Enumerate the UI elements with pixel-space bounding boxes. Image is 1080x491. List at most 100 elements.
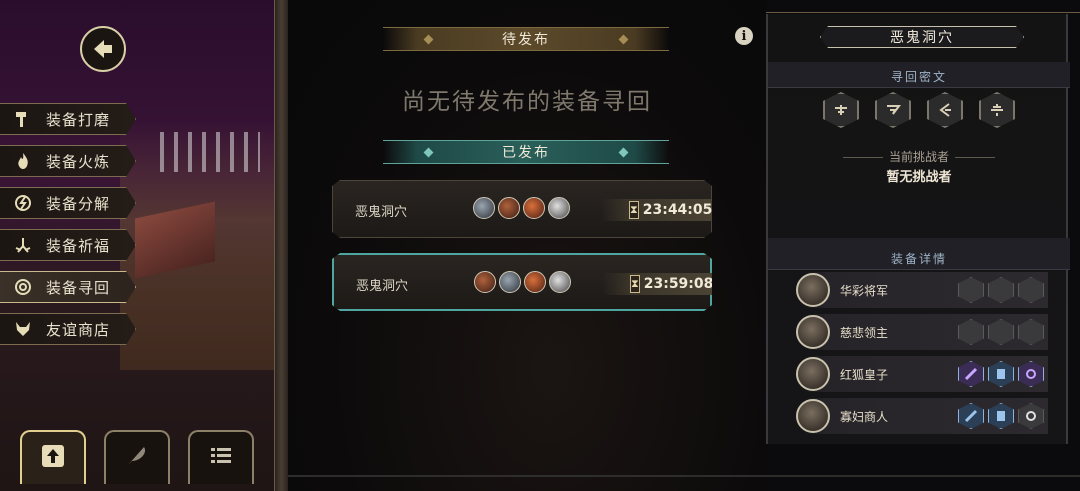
list-icon [208,443,234,473]
diamond-ornament-icon [423,34,434,45]
rune-icon[interactable] [823,92,859,128]
empty-pending-message: 尚无待发布的装备寻回 [402,89,652,115]
quest-card[interactable]: 恶鬼洞穴 ⧗ 23:44:05 [332,180,712,238]
gear-section-title: 装备详情 [768,238,1070,270]
info-icon[interactable]: i [735,27,753,45]
armor-slot-icon[interactable] [988,319,1014,345]
gear-row[interactable]: 红狐皇子 [796,356,1048,392]
quest-detail-panel: 恶鬼洞穴 寻回密文 当前挑战者 暂无挑战者 装备详情 华彩将军 慈悲领主 红狐皇… [766,14,1070,444]
menu-item-label: 装备打磨 [46,110,111,129]
publish-button[interactable] [20,430,86,484]
game-screen: 装备打磨 装备火炼 装备分解 装备祈福 装备寻回 友谊商店 待发布 i 尚无待发… [0,0,1080,491]
hero-portrait [796,399,830,433]
hero-avatar [549,271,571,293]
ring-slot-icon[interactable] [1018,403,1044,429]
panel-divider [274,0,288,491]
ring-slot-icon[interactable] [1018,361,1044,387]
rune-icon[interactable] [979,92,1015,128]
dungeon-title: 恶鬼洞穴 [820,26,1024,48]
hero-avatar [524,271,546,293]
hero-name: 华彩将军 [840,283,889,298]
riddle-runes [823,92,1015,128]
hero-portrait [796,273,830,307]
back-button[interactable] [80,26,126,72]
challenger-label: 当前挑战者 [768,148,1070,165]
quest-name: 恶鬼洞穴 [356,279,409,294]
menu-item-bless[interactable]: 装备祈福 [0,229,136,261]
hero-avatar [499,271,521,293]
hero-portrait [796,315,830,349]
menu-item-retrieve[interactable]: 装备寻回 [0,271,136,303]
pending-title: 待发布 [502,32,550,48]
bottom-border [288,475,1080,477]
gear-list: 华彩将军 慈悲领主 红狐皇子 寡妇商人 [796,272,1048,440]
forge-menu: 装备打磨 装备火炼 装备分解 装备祈福 装备寻回 友谊商店 [0,103,140,355]
hero-avatar [473,197,495,219]
armor-slot-icon[interactable] [988,361,1014,387]
armor-slot-icon[interactable] [988,277,1014,303]
gear-slots [958,361,1044,387]
published-banner: 已发布 [383,140,669,164]
gear-slots [958,319,1044,345]
hero-avatar [548,197,570,219]
gear-row[interactable]: 寡妇商人 [796,398,1048,434]
challenger-label-text: 当前挑战者 [888,150,949,164]
gear-slots [958,277,1044,303]
hero-avatar [523,197,545,219]
gear-row[interactable]: 华彩将军 [796,272,1048,308]
weapon-rack-art [160,132,260,172]
left-panel: 装备打磨 装备火炼 装备分解 装备祈福 装备寻回 友谊商店 [0,0,288,491]
quest-time: 23:59:08 [643,276,714,292]
ring-slot-icon[interactable] [1018,319,1044,345]
menu-item-fire[interactable]: 装备火炼 [0,145,136,177]
menu-item-label: 友谊商店 [46,320,111,339]
menu-item-dismantle[interactable]: 装备分解 [0,187,136,219]
list-button[interactable] [188,430,254,484]
weapon-slot-icon[interactable] [958,277,984,303]
hourglass-icon: ⧗ [630,275,640,293]
quest-card-selected[interactable]: 恶鬼洞穴 ⧗ 23:59:08 [332,253,712,311]
fox-icon [12,318,34,340]
hero-name: 红狐皇子 [840,367,889,382]
menu-item-label: 装备分解 [46,194,111,213]
feather-icon [124,443,150,473]
menu-item-shop[interactable]: 友谊商店 [0,313,136,345]
weapon-slot-icon[interactable] [958,403,984,429]
hammer-icon [12,108,34,130]
quest-name: 恶鬼洞穴 [355,205,408,220]
hero-avatar [498,197,520,219]
hero-avatars [473,197,570,219]
menu-item-polish[interactable]: 装备打磨 [0,103,136,135]
blessing-icon [12,234,34,256]
rune-icon[interactable] [927,92,963,128]
challenger-value: 暂无挑战者 [886,170,952,185]
publish-icon [40,443,66,473]
weapon-slot-icon[interactable] [958,319,984,345]
riddle-section-title: 寻回密文 [768,62,1070,88]
feather-button[interactable] [104,430,170,484]
weapon-slot-icon[interactable] [958,361,984,387]
rune-icon[interactable] [875,92,911,128]
back-arrow-icon [94,40,112,58]
armor-slot-icon[interactable] [988,403,1014,429]
published-title: 已发布 [502,145,550,161]
quest-timer: ⧗ 23:44:05 [601,199,713,221]
gear-row[interactable]: 慈悲领主 [796,314,1048,350]
ring-slot-icon[interactable] [1018,277,1044,303]
bottom-toolbar [20,430,254,484]
hero-portrait [796,357,830,391]
hero-name: 慈悲领主 [840,325,889,340]
menu-item-label: 装备寻回 [46,278,111,297]
hero-avatar [474,271,496,293]
diamond-ornament-icon [618,34,629,45]
menu-item-label: 装备火炼 [46,152,111,171]
pending-banner: 待发布 [383,27,669,51]
gear-slots [958,403,1044,429]
target-icon [12,276,34,298]
flame-icon [12,150,34,172]
quest-time: 23:44:05 [642,202,713,218]
hourglass-icon: ⧗ [629,201,639,219]
quest-board: 待发布 i 尚无待发布的装备寻回 已发布 恶鬼洞穴 ⧗ 23:44:05 恶鬼洞… [288,0,766,491]
quest-timer: ⧗ 23:59:08 [602,273,712,295]
diamond-ornament-icon [423,147,434,158]
